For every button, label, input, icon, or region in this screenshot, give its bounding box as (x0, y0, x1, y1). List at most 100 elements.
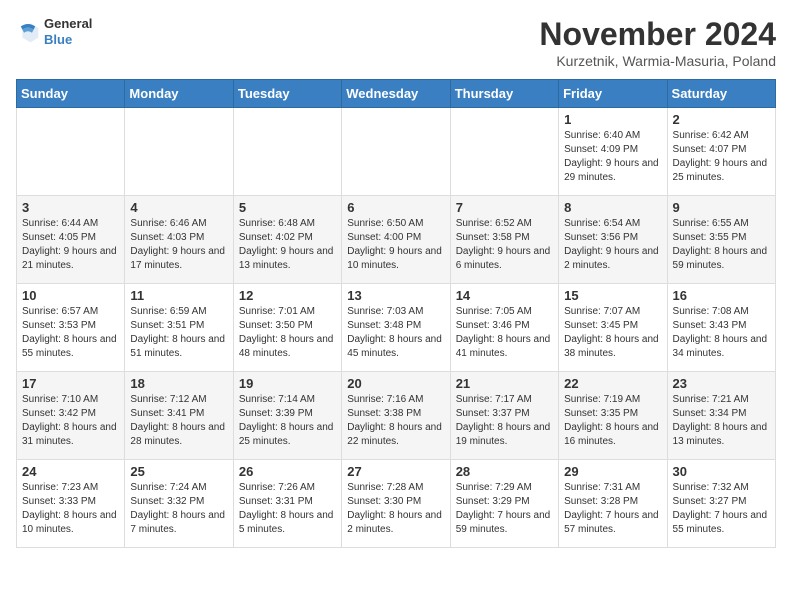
calendar-cell (125, 108, 233, 196)
calendar-cell: 25Sunrise: 7:24 AM Sunset: 3:32 PM Dayli… (125, 460, 233, 548)
day-number: 13 (347, 288, 444, 303)
calendar-week-row: 17 Sunrise: 7:10 AM Sunset: 3:42 PM Dayli… (17, 372, 776, 460)
calendar-cell: 8Sunrise: 6:54 AM Sunset: 3:56 PM Daylig… (559, 196, 667, 284)
calendar-cell: 23 Sunrise: 7:21 AM Sunset: 3:34 PM Dayli… (667, 372, 775, 460)
day-number: 12 (239, 288, 336, 303)
calendar-cell: 19 Sunrise: 7:14 AM Sunset: 3:39 PM Dayli… (233, 372, 341, 460)
logo-text: General Blue (44, 16, 92, 47)
day-info: Sunrise: 6:40 AM Sunset: 4:09 PM Dayligh… (564, 129, 661, 185)
day-info: Sunrise: 7:21 AM Sunset: 3:34 PM Dayligh… (673, 393, 770, 449)
day-info: Sunrise: 7:23 AM Sunset: 3:33 PM Dayligh… (22, 481, 119, 537)
day-info: Sunrise: 7:12 AM Sunset: 3:41 PM Dayligh… (130, 393, 227, 449)
calendar-cell: 4 Sunrise: 6:46 AM Sunset: 4:03 PM Daylig… (125, 196, 233, 284)
day-number: 19 (239, 376, 336, 391)
logo-icon (16, 20, 40, 44)
day-info: Sunrise: 7:03 AM Sunset: 3:48 PM Dayligh… (347, 305, 444, 361)
day-number: 7 (456, 200, 553, 215)
day-info: Sunrise: 6:54 AM Sunset: 3:56 PM Dayligh… (564, 217, 661, 273)
calendar-cell: 13 Sunrise: 7:03 AM Sunset: 3:48 PM Dayli… (342, 284, 450, 372)
day-info: Sunrise: 6:48 AM Sunset: 4:02 PM Dayligh… (239, 217, 336, 273)
calendar-cell: 15Sunrise: 7:07 AM Sunset: 3:45 PM Dayli… (559, 284, 667, 372)
calendar-cell: 1 Sunrise: 6:40 AM Sunset: 4:09 PM Daylig… (559, 108, 667, 196)
day-number: 4 (130, 200, 227, 215)
calendar-week-row: 24Sunrise: 7:23 AM Sunset: 3:33 PM Dayli… (17, 460, 776, 548)
day-info: Sunrise: 7:19 AM Sunset: 3:35 PM Dayligh… (564, 393, 661, 449)
calendar-cell: 12Sunrise: 7:01 AM Sunset: 3:50 PM Dayli… (233, 284, 341, 372)
month-title: November 2024 (539, 16, 776, 53)
day-info: Sunrise: 6:44 AM Sunset: 4:05 PM Dayligh… (22, 217, 119, 273)
day-number: 26 (239, 464, 336, 479)
day-info: Sunrise: 7:29 AM Sunset: 3:29 PM Dayligh… (456, 481, 553, 537)
day-number: 3 (22, 200, 119, 215)
day-number: 11 (130, 288, 227, 303)
day-number: 10 (22, 288, 119, 303)
day-number: 21 (456, 376, 553, 391)
day-number: 22 (564, 376, 661, 391)
calendar-cell: 18 Sunrise: 7:12 AM Sunset: 3:41 PM Dayli… (125, 372, 233, 460)
calendar-cell (17, 108, 125, 196)
calendar-cell: 11 Sunrise: 6:59 AM Sunset: 3:51 PM Dayli… (125, 284, 233, 372)
calendar-cell: 27 Sunrise: 7:28 AM Sunset: 3:30 PM Dayli… (342, 460, 450, 548)
day-number: 23 (673, 376, 770, 391)
weekday-header: Monday (125, 80, 233, 108)
calendar-cell: 9 Sunrise: 6:55 AM Sunset: 3:55 PM Daylig… (667, 196, 775, 284)
day-info: Sunrise: 7:10 AM Sunset: 3:42 PM Dayligh… (22, 393, 119, 449)
calendar-cell: 14 Sunrise: 7:05 AM Sunset: 3:46 PM Dayli… (450, 284, 558, 372)
day-info: Sunrise: 6:52 AM Sunset: 3:58 PM Dayligh… (456, 217, 553, 273)
weekday-header-row: SundayMondayTuesdayWednesdayThursdayFrid… (17, 80, 776, 108)
day-number: 5 (239, 200, 336, 215)
day-info: Sunrise: 6:55 AM Sunset: 3:55 PM Dayligh… (673, 217, 770, 273)
day-info: Sunrise: 7:05 AM Sunset: 3:46 PM Dayligh… (456, 305, 553, 361)
day-info: Sunrise: 7:26 AM Sunset: 3:31 PM Dayligh… (239, 481, 336, 537)
day-number: 9 (673, 200, 770, 215)
day-number: 30 (673, 464, 770, 479)
day-number: 14 (456, 288, 553, 303)
day-number: 1 (564, 112, 661, 127)
day-info: Sunrise: 6:50 AM Sunset: 4:00 PM Dayligh… (347, 217, 444, 273)
day-number: 15 (564, 288, 661, 303)
day-number: 6 (347, 200, 444, 215)
calendar-cell: 10Sunrise: 6:57 AM Sunset: 3:53 PM Dayli… (17, 284, 125, 372)
day-number: 17 (22, 376, 119, 391)
calendar-cell: 16Sunrise: 7:08 AM Sunset: 3:43 PM Dayli… (667, 284, 775, 372)
calendar-cell: 17 Sunrise: 7:10 AM Sunset: 3:42 PM Dayli… (17, 372, 125, 460)
day-info: Sunrise: 6:46 AM Sunset: 4:03 PM Dayligh… (130, 217, 227, 273)
calendar-week-row: 1 Sunrise: 6:40 AM Sunset: 4:09 PM Daylig… (17, 108, 776, 196)
day-info: Sunrise: 6:42 AM Sunset: 4:07 PM Dayligh… (673, 129, 770, 185)
calendar-week-row: 3 Sunrise: 6:44 AM Sunset: 4:05 PM Daylig… (17, 196, 776, 284)
location: Kurzetnik, Warmia-Masuria, Poland (539, 53, 776, 69)
weekday-header: Friday (559, 80, 667, 108)
day-number: 25 (130, 464, 227, 479)
calendar-table: SundayMondayTuesdayWednesdayThursdayFrid… (16, 79, 776, 548)
calendar-cell (342, 108, 450, 196)
calendar-cell: 5 Sunrise: 6:48 AM Sunset: 4:02 PM Daylig… (233, 196, 341, 284)
day-info: Sunrise: 6:59 AM Sunset: 3:51 PM Dayligh… (130, 305, 227, 361)
calendar-cell: 28 Sunrise: 7:29 AM Sunset: 3:29 PM Dayli… (450, 460, 558, 548)
calendar-cell: 6 Sunrise: 6:50 AM Sunset: 4:00 PM Daylig… (342, 196, 450, 284)
calendar-cell: 30Sunrise: 7:32 AM Sunset: 3:27 PM Dayli… (667, 460, 775, 548)
weekday-header: Sunday (17, 80, 125, 108)
day-number: 20 (347, 376, 444, 391)
day-number: 16 (673, 288, 770, 303)
calendar-cell: 22 Sunrise: 7:19 AM Sunset: 3:35 PM Dayli… (559, 372, 667, 460)
header: General Blue November 2024 Kurzetnik, Wa… (16, 16, 776, 69)
calendar-cell (450, 108, 558, 196)
day-number: 2 (673, 112, 770, 127)
logo-line1: General (44, 16, 92, 32)
calendar-cell: 20 Sunrise: 7:16 AM Sunset: 3:38 PM Dayli… (342, 372, 450, 460)
calendar-cell: 24Sunrise: 7:23 AM Sunset: 3:33 PM Dayli… (17, 460, 125, 548)
calendar-cell: 7 Sunrise: 6:52 AM Sunset: 3:58 PM Daylig… (450, 196, 558, 284)
day-number: 27 (347, 464, 444, 479)
calendar-cell: 21Sunrise: 7:17 AM Sunset: 3:37 PM Dayli… (450, 372, 558, 460)
calendar-cell: 29Sunrise: 7:31 AM Sunset: 3:28 PM Dayli… (559, 460, 667, 548)
logo: General Blue (16, 16, 92, 47)
logo-line2: Blue (44, 32, 92, 48)
calendar-week-row: 10Sunrise: 6:57 AM Sunset: 3:53 PM Dayli… (17, 284, 776, 372)
day-info: Sunrise: 7:28 AM Sunset: 3:30 PM Dayligh… (347, 481, 444, 537)
day-info: Sunrise: 7:14 AM Sunset: 3:39 PM Dayligh… (239, 393, 336, 449)
day-number: 28 (456, 464, 553, 479)
weekday-header: Tuesday (233, 80, 341, 108)
day-info: Sunrise: 7:16 AM Sunset: 3:38 PM Dayligh… (347, 393, 444, 449)
weekday-header: Saturday (667, 80, 775, 108)
day-number: 18 (130, 376, 227, 391)
